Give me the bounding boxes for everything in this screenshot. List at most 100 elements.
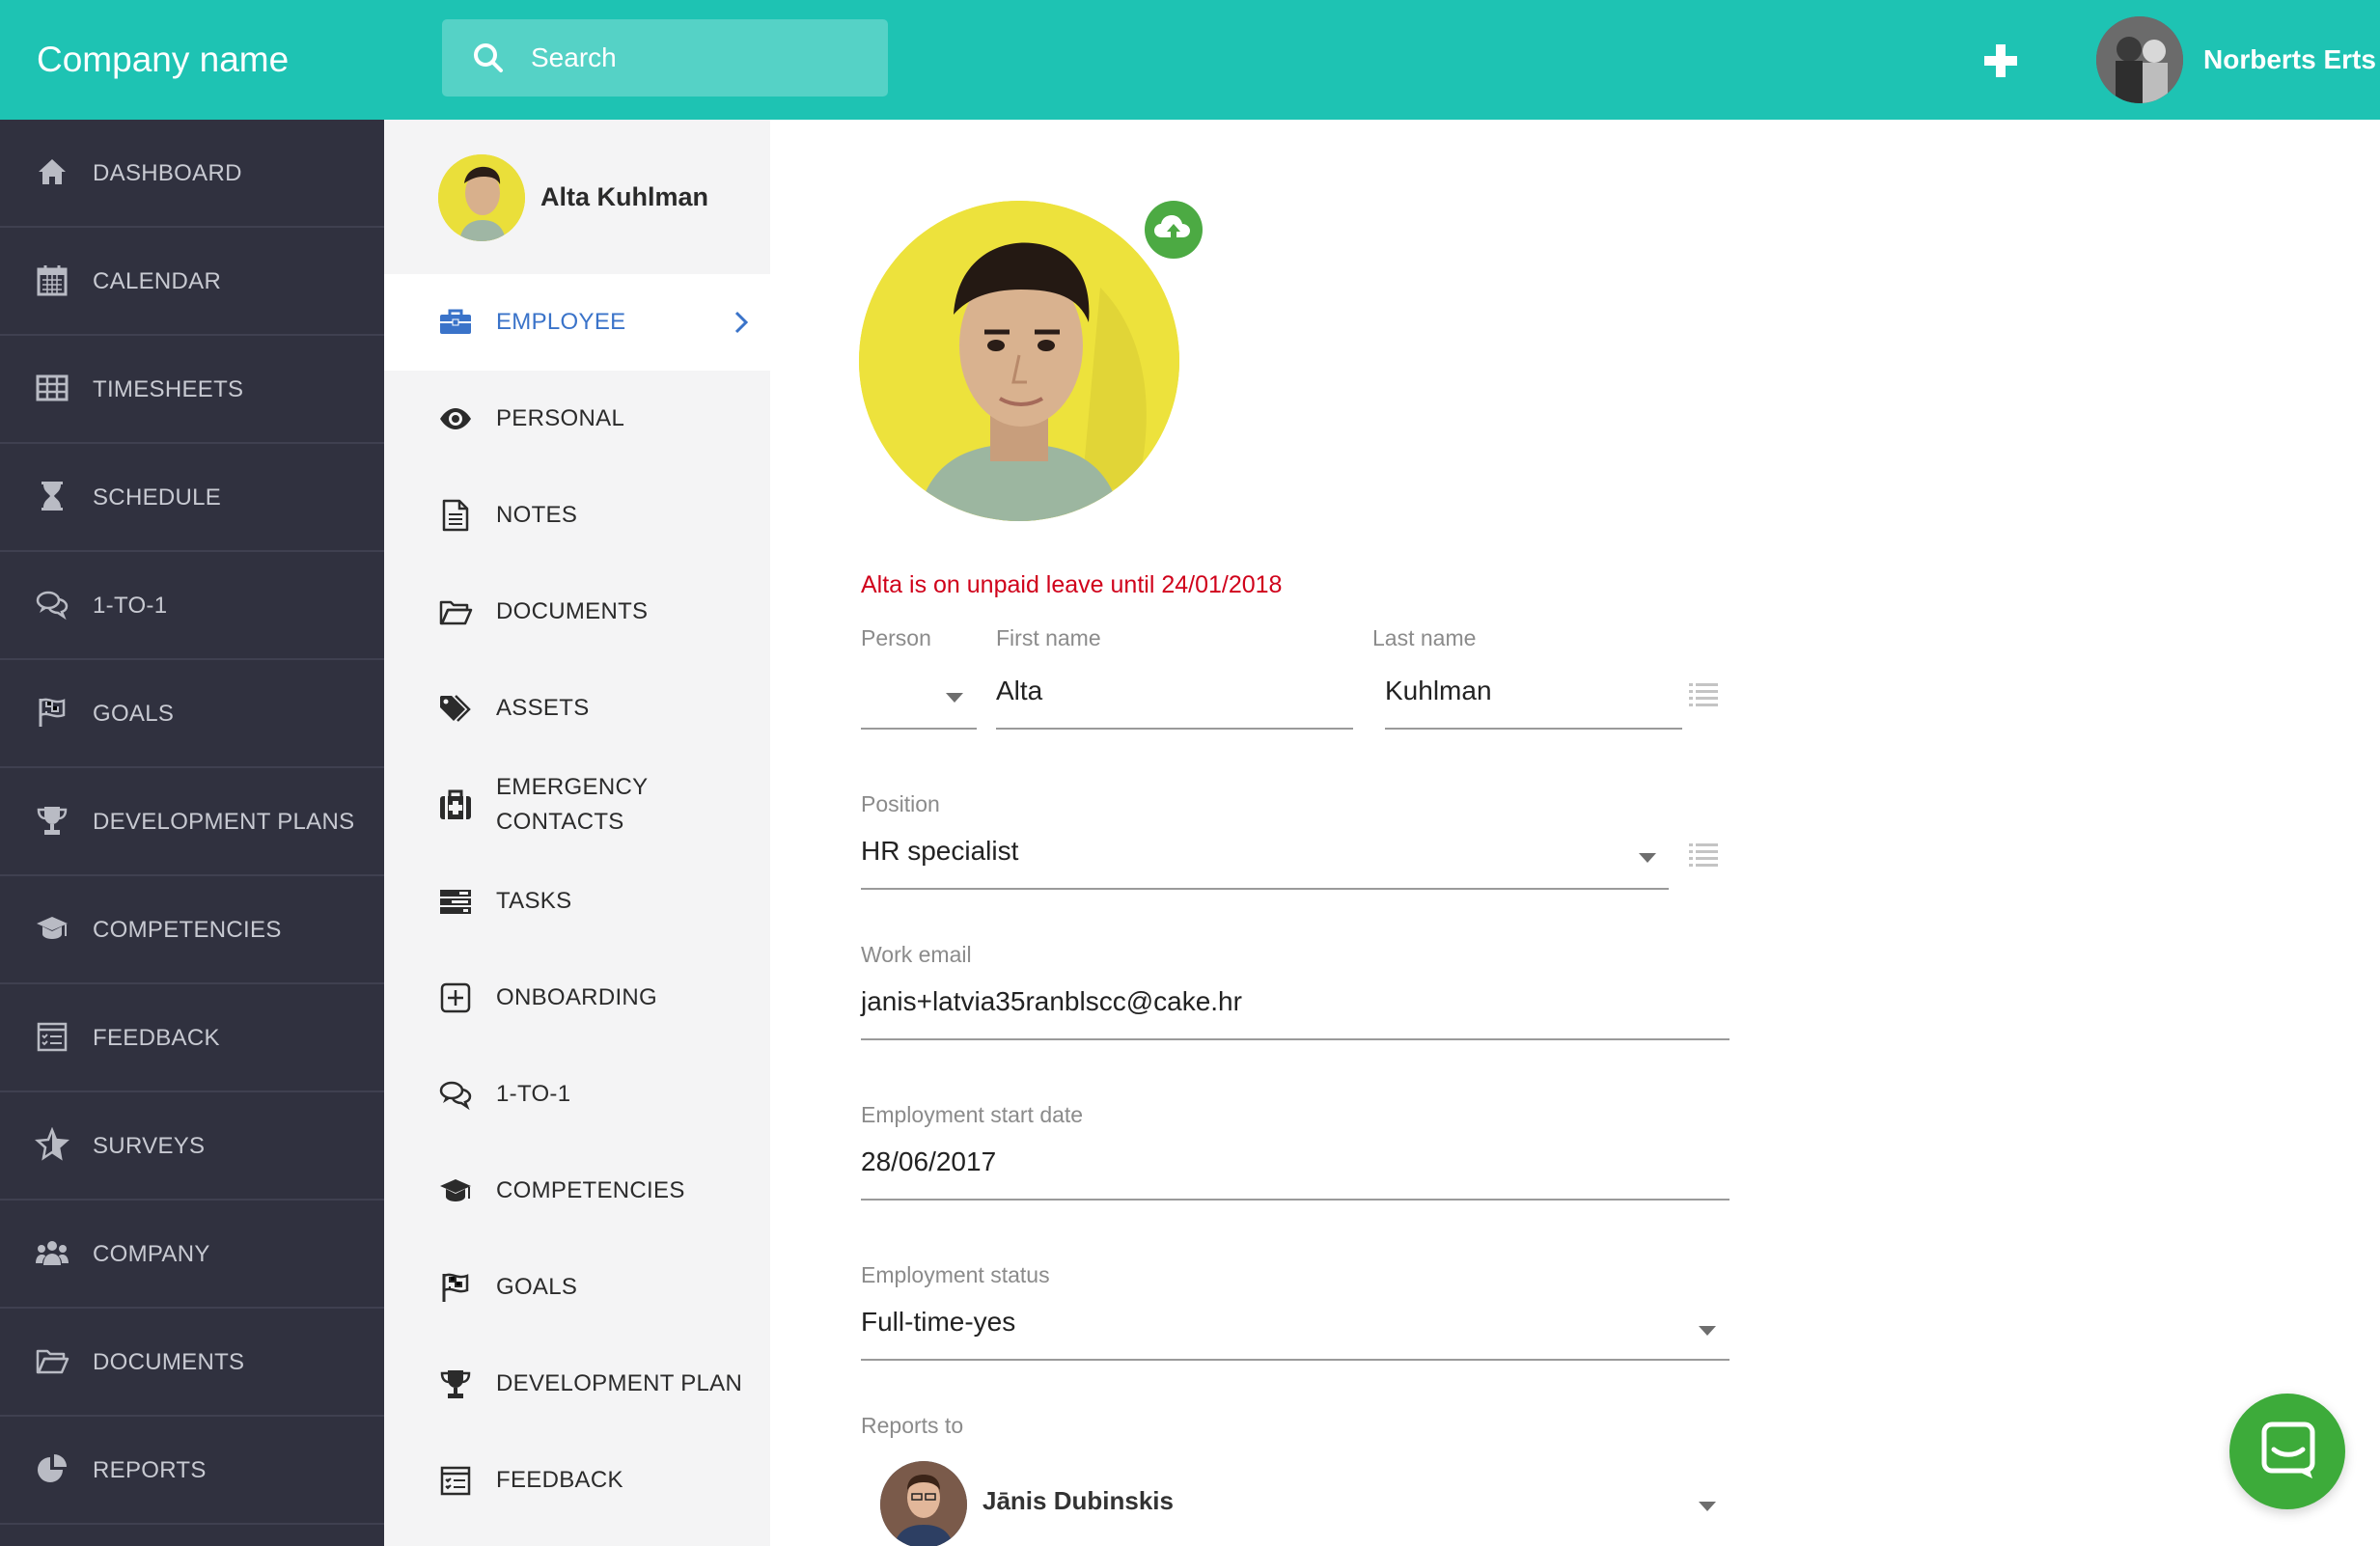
sidebar-item-label: COMPETENCIES: [93, 917, 282, 943]
list-icon[interactable]: [1689, 681, 1718, 706]
subnav-item-competencies[interactable]: COMPETENCIES: [384, 1143, 770, 1239]
chat-icon: [2261, 1422, 2315, 1478]
sidebar-item-timesheets[interactable]: TIMESHEETS: [0, 336, 384, 444]
trophy-icon: [37, 807, 68, 835]
subnav-item-employee[interactable]: EMPLOYEE: [384, 274, 770, 371]
subnav-item-documents[interactable]: DOCUMENTS: [384, 564, 770, 660]
subnav-item-label: FEEDBACK: [496, 1467, 623, 1493]
sidebar-item-reports[interactable]: REPORTS: [0, 1417, 384, 1525]
chat-widget-button[interactable]: [2229, 1394, 2345, 1509]
chat-bubbles-icon: [36, 591, 69, 621]
sidebar-item-goals[interactable]: GOALS: [0, 660, 384, 768]
employment-status-caret-icon: [1699, 1326, 1716, 1336]
start-date-underline: [861, 1199, 1730, 1201]
first-name-underline: [996, 728, 1353, 730]
employee-detail-panel: Alta is on unpaid leave until 24/01/2018…: [770, 120, 2380, 1546]
search-input[interactable]: [531, 19, 869, 97]
sidebar-item-schedule[interactable]: SCHEDULE: [0, 444, 384, 552]
graduation-cap-icon: [440, 1179, 471, 1201]
work-email-underline: [861, 1038, 1730, 1040]
add-button[interactable]: [1979, 39, 2023, 83]
sidebar-item-label: DASHBOARD: [93, 160, 242, 186]
employment-status-underline: [861, 1359, 1730, 1361]
employment-status-label: Employment status: [861, 1262, 1050, 1287]
star-icon: [35, 1127, 69, 1161]
employment-status-select[interactable]: Full-time-yes: [861, 1307, 1652, 1338]
subnav-item-label-line2: CONTACTS: [496, 809, 624, 835]
folder-icon: [439, 600, 473, 625]
subnav-item-label: EMPLOYEE: [496, 309, 626, 335]
subnav-item-label: ASSETS: [496, 695, 590, 721]
sidebar-item-surveys[interactable]: SURVEYS: [0, 1092, 384, 1201]
work-email-label: Work email: [861, 942, 972, 967]
person-label: Person: [861, 625, 931, 650]
search-box[interactable]: [442, 19, 888, 97]
home-icon: [39, 159, 66, 184]
upload-photo-button[interactable]: [1145, 201, 1203, 259]
sidebar-item-label: FEEDBACK: [93, 1025, 220, 1051]
sidebar-item-label: SURVEYS: [93, 1133, 206, 1159]
position-underline: [861, 888, 1669, 890]
sidebar-item-feedback[interactable]: FEEDBACK: [0, 984, 384, 1092]
subnav-item-label: GOALS: [496, 1274, 578, 1300]
person-caret-icon: [946, 693, 963, 703]
sidebar-item-documents[interactable]: DOCUMENTS: [0, 1309, 384, 1417]
sidebar-item-calendar[interactable]: CALENDAR: [0, 228, 384, 336]
company-name[interactable]: Company name: [37, 0, 289, 120]
sidebar-item-1-to-1[interactable]: 1-TO-1: [0, 552, 384, 660]
checklist-icon: [37, 1022, 68, 1052]
sidebar-item-development-plans[interactable]: DEVELOPMENT PLANS: [0, 768, 384, 876]
sidebar-item-company[interactable]: COMPANY: [0, 1201, 384, 1309]
start-date-label: Employment start date: [861, 1102, 1084, 1127]
flag-icon: [442, 1273, 469, 1302]
sidebar-item-label: SCHEDULE: [93, 484, 222, 511]
sidebar-item-competencies[interactable]: COMPETENCIES: [0, 876, 384, 984]
last-name-underline: [1385, 728, 1682, 730]
subnav-item-label: COMPETENCIES: [496, 1177, 685, 1203]
first-name-field[interactable]: Alta: [996, 676, 1042, 706]
subnav-item-tasks[interactable]: TASKS: [384, 853, 770, 950]
position-label: Position: [861, 791, 940, 816]
subnav-item-development-plan[interactable]: DEVELOPMENT PLAN: [384, 1336, 770, 1432]
subnav-item-personal[interactable]: PERSONAL: [384, 371, 770, 467]
checklist-icon: [440, 1466, 471, 1496]
employee-photo: [859, 201, 1179, 521]
cloud-upload-icon: [1154, 215, 1190, 237]
subnav-item-1-to-1[interactable]: 1-TO-1: [384, 1046, 770, 1143]
subnav-item-assets[interactable]: ASSETS: [384, 660, 770, 757]
chevron-right-icon: [734, 311, 749, 334]
user-avatar[interactable]: [2096, 16, 2183, 103]
position-select[interactable]: HR specialist: [861, 836, 1633, 867]
subnav-item-label: ONBOARDING: [496, 984, 658, 1010]
sidebar-item-label: TIMESHEETS: [93, 376, 244, 402]
manager-avatar: [880, 1461, 967, 1546]
user-name[interactable]: Norberts Erts: [2203, 0, 2376, 120]
employee-subnav: Alta Kuhlman EMPLOYEE PERSONAL NOTES DOC…: [384, 120, 770, 1546]
subnav-item-notes[interactable]: NOTES: [384, 467, 770, 564]
sidebar-item-label: DOCUMENTS: [93, 1349, 245, 1375]
subnav-item-emergency-contacts[interactable]: EMERGENCY CONTACTS: [384, 757, 770, 853]
tags-icon: [440, 695, 471, 722]
subnav-item-label: DEVELOPMENT PLAN: [496, 1370, 743, 1396]
reports-to-select[interactable]: Jānis Dubinskis: [982, 1486, 1174, 1516]
hourglass-icon: [42, 482, 63, 511]
subnav-item-label: EMERGENCY CONTACTS: [496, 770, 648, 840]
list-icon[interactable]: [1689, 842, 1718, 867]
sidebar-item-label: COMPANY: [93, 1241, 210, 1267]
sidebar-item-label: GOALS: [93, 701, 175, 727]
sidebar-item-label: 1-TO-1: [93, 593, 168, 619]
folder-icon: [36, 1349, 69, 1374]
leave-notice: Alta is on unpaid leave until 24/01/2018: [861, 571, 1283, 598]
last-name-field[interactable]: Kuhlman: [1385, 676, 1492, 706]
subnav-item-feedback[interactable]: FEEDBACK: [384, 1432, 770, 1529]
top-bar: Company name Norberts Erts: [0, 0, 2380, 120]
work-email-field[interactable]: janis+latvia35ranblscc@cake.hr: [861, 986, 1242, 1017]
plus-square-icon: [440, 982, 471, 1013]
subnav-item-goals[interactable]: GOALS: [384, 1239, 770, 1336]
subnav-item-onboarding[interactable]: ONBOARDING: [384, 950, 770, 1046]
sidebar-item-dashboard[interactable]: DASHBOARD: [0, 120, 384, 228]
start-date-field[interactable]: 28/06/2017: [861, 1146, 996, 1177]
subnav-item-label: DOCUMENTS: [496, 598, 649, 624]
search-icon: [474, 43, 503, 72]
subnav-item-label: PERSONAL: [496, 405, 625, 431]
